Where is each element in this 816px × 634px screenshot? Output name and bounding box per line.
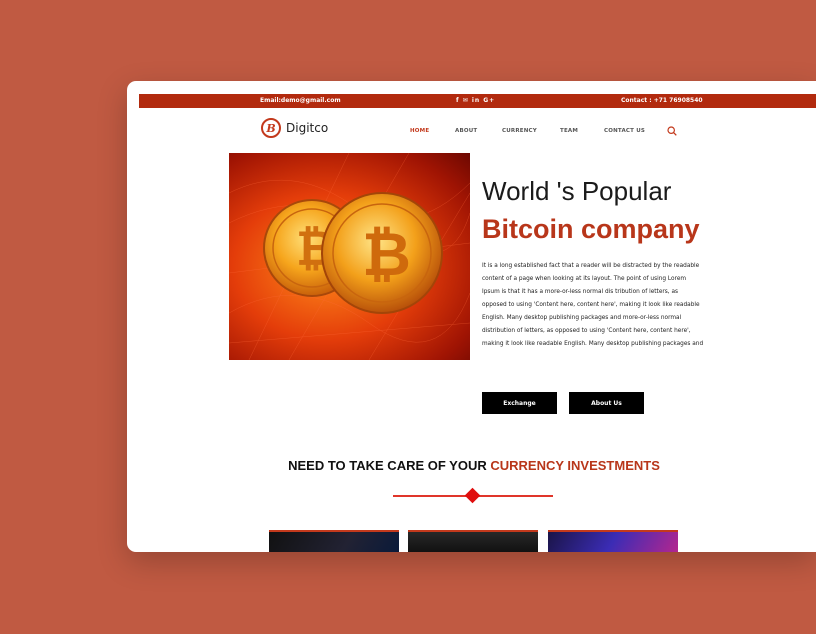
section-title-main: NEED TO TAKE CARE OF YOUR xyxy=(288,458,491,473)
section-title-accent: CURRENCY INVESTMENTS xyxy=(490,458,660,473)
nav-team[interactable]: TEAM xyxy=(560,128,578,134)
hero-title-line1: World 's Popular xyxy=(482,176,672,206)
search-icon[interactable] xyxy=(667,126,677,136)
topbar-contact: Contact : +71 76908540 xyxy=(621,97,703,104)
topbar-email[interactable]: Email:demo@gmail.com xyxy=(260,97,341,104)
website-preview-card: Email:demo@gmail.com f ✉ in G+ Contact :… xyxy=(127,81,816,552)
section-title: NEED TO TAKE CARE OF YOUR CURRENCY INVES… xyxy=(273,458,675,473)
bitcoin-hero-image: ₿ ₿ xyxy=(229,153,470,360)
currency-thumbnail-3[interactable] xyxy=(548,530,678,552)
hero-paragraph: It is a long established fact that a rea… xyxy=(482,263,704,347)
bitcoin-logo-icon: B xyxy=(261,118,281,138)
diamond-icon xyxy=(464,487,481,504)
logo-text: Digitco xyxy=(286,121,329,135)
topbar-social-icons[interactable]: f ✉ in G+ xyxy=(456,97,495,104)
about-us-button[interactable]: About Us xyxy=(569,392,644,414)
hero-title-line2: Bitcoin company xyxy=(482,214,700,244)
nav-about[interactable]: ABOUT xyxy=(455,128,477,134)
nav-currency[interactable]: CURRENCY xyxy=(502,128,537,134)
currency-thumbnail-1[interactable] xyxy=(269,530,399,552)
currency-thumbnail-2[interactable] xyxy=(408,530,538,552)
exchange-button[interactable]: Exchange xyxy=(482,392,557,414)
site-logo[interactable]: B Digitco xyxy=(261,118,328,138)
top-info-bar: Email:demo@gmail.com f ✉ in G+ Contact :… xyxy=(139,94,816,108)
nav-contact[interactable]: CONTACT US xyxy=(604,128,645,134)
svg-text:₿: ₿ xyxy=(362,220,411,290)
nav-home[interactable]: HOME xyxy=(410,128,429,134)
